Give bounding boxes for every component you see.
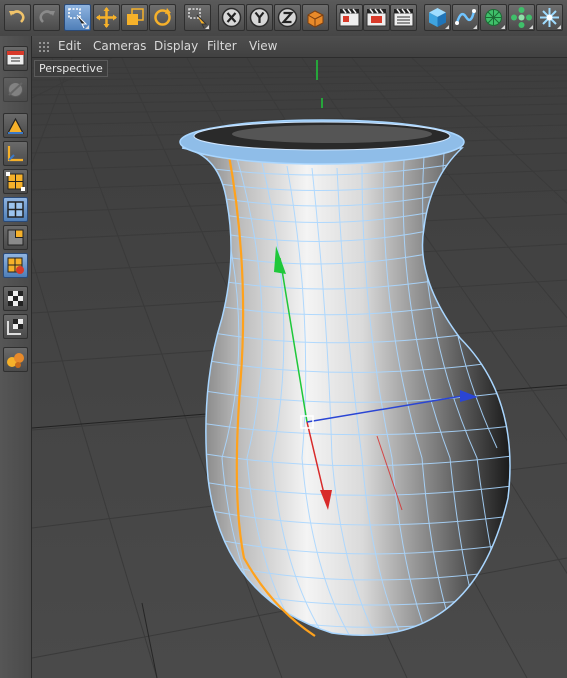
- coordinate-system-icon: [307, 10, 324, 28]
- texture-mode-button[interactable]: [3, 113, 28, 138]
- panel-grip-icon[interactable]: [38, 41, 50, 53]
- array-button[interactable]: [508, 4, 535, 31]
- menu-view[interactable]: View: [249, 39, 277, 53]
- viewport-canvas[interactable]: [32, 58, 567, 678]
- render-settings-icon: [393, 8, 414, 27]
- menu-filter[interactable]: Filter: [207, 39, 237, 53]
- y-axis-icon: [249, 7, 270, 28]
- z-axis-icon: [277, 7, 298, 28]
- undo-icon: [9, 10, 25, 23]
- main-toolbar: [0, 0, 567, 37]
- spline-pen-button[interactable]: [452, 4, 479, 31]
- subdivision-surface-button[interactable]: [480, 4, 507, 31]
- polygons-mode-icon: [7, 229, 24, 246]
- texture-mode-icon: [6, 117, 25, 134]
- menu-display[interactable]: Display: [154, 39, 198, 53]
- polygons-mode-button[interactable]: [3, 225, 28, 250]
- menu-edit[interactable]: Edit: [58, 39, 81, 53]
- render-view-button[interactable]: [336, 4, 363, 31]
- sculpt-button[interactable]: [3, 347, 28, 372]
- redo-icon: [39, 10, 55, 23]
- render-view-icon: [339, 8, 360, 27]
- cube-primitive-button[interactable]: [424, 4, 451, 31]
- cinema4d-window: Edit Cameras Display Filter View Perspec…: [0, 0, 567, 678]
- scale-button[interactable]: [121, 4, 148, 31]
- object-axis-mode-icon: [8, 82, 23, 97]
- uv-mode-button[interactable]: [3, 253, 28, 278]
- x-axis-icon: [221, 7, 242, 28]
- rotate-icon: [154, 8, 171, 26]
- points-mode-button[interactable]: [3, 169, 28, 194]
- x-axis-button[interactable]: [218, 4, 245, 31]
- z-axis-button[interactable]: [274, 4, 301, 31]
- coordinate-system-button[interactable]: [302, 4, 329, 31]
- object-axis-mode-button[interactable]: [3, 77, 28, 102]
- enable-axis-icon: [8, 291, 23, 306]
- edges-mode-button[interactable]: [3, 197, 28, 222]
- render-picture-viewer-icon: [366, 8, 387, 27]
- live-selection-button[interactable]: [64, 4, 91, 31]
- model-mode-icon: [6, 50, 25, 66]
- deformer-button[interactable]: [536, 4, 563, 31]
- perspective-viewport[interactable]: Perspective: [32, 58, 567, 678]
- y-axis-button[interactable]: [246, 4, 273, 31]
- viewport-camera-label[interactable]: Perspective: [34, 60, 108, 77]
- edges-mode-icon: [7, 201, 24, 218]
- undo-button[interactable]: [4, 4, 31, 31]
- uv-mode-icon: [7, 257, 24, 274]
- render-settings-button[interactable]: [390, 4, 417, 31]
- sculpt-icon: [7, 353, 24, 368]
- snap-grid-button[interactable]: [3, 314, 28, 339]
- workplane-mode-button[interactable]: [3, 141, 28, 166]
- rotate-button[interactable]: [149, 4, 176, 31]
- vase-rim[interactable]: [179, 119, 465, 165]
- scale-icon: [127, 8, 144, 25]
- model-mode-button[interactable]: [3, 46, 28, 71]
- move-icon: [96, 7, 117, 28]
- enable-axis-button[interactable]: [3, 286, 28, 311]
- last-tool-button[interactable]: [184, 4, 211, 31]
- points-mode-icon: [6, 172, 25, 191]
- mode-palette: [0, 36, 32, 678]
- render-picture-viewer-button[interactable]: [363, 4, 390, 31]
- viewport-menu-bar: Edit Cameras Display Filter View: [32, 36, 567, 58]
- move-button[interactable]: [93, 4, 120, 31]
- snap-grid-icon: [7, 319, 23, 335]
- workplane-mode-icon: [7, 146, 23, 162]
- redo-button[interactable]: [33, 4, 60, 31]
- menu-cameras[interactable]: Cameras: [93, 39, 146, 53]
